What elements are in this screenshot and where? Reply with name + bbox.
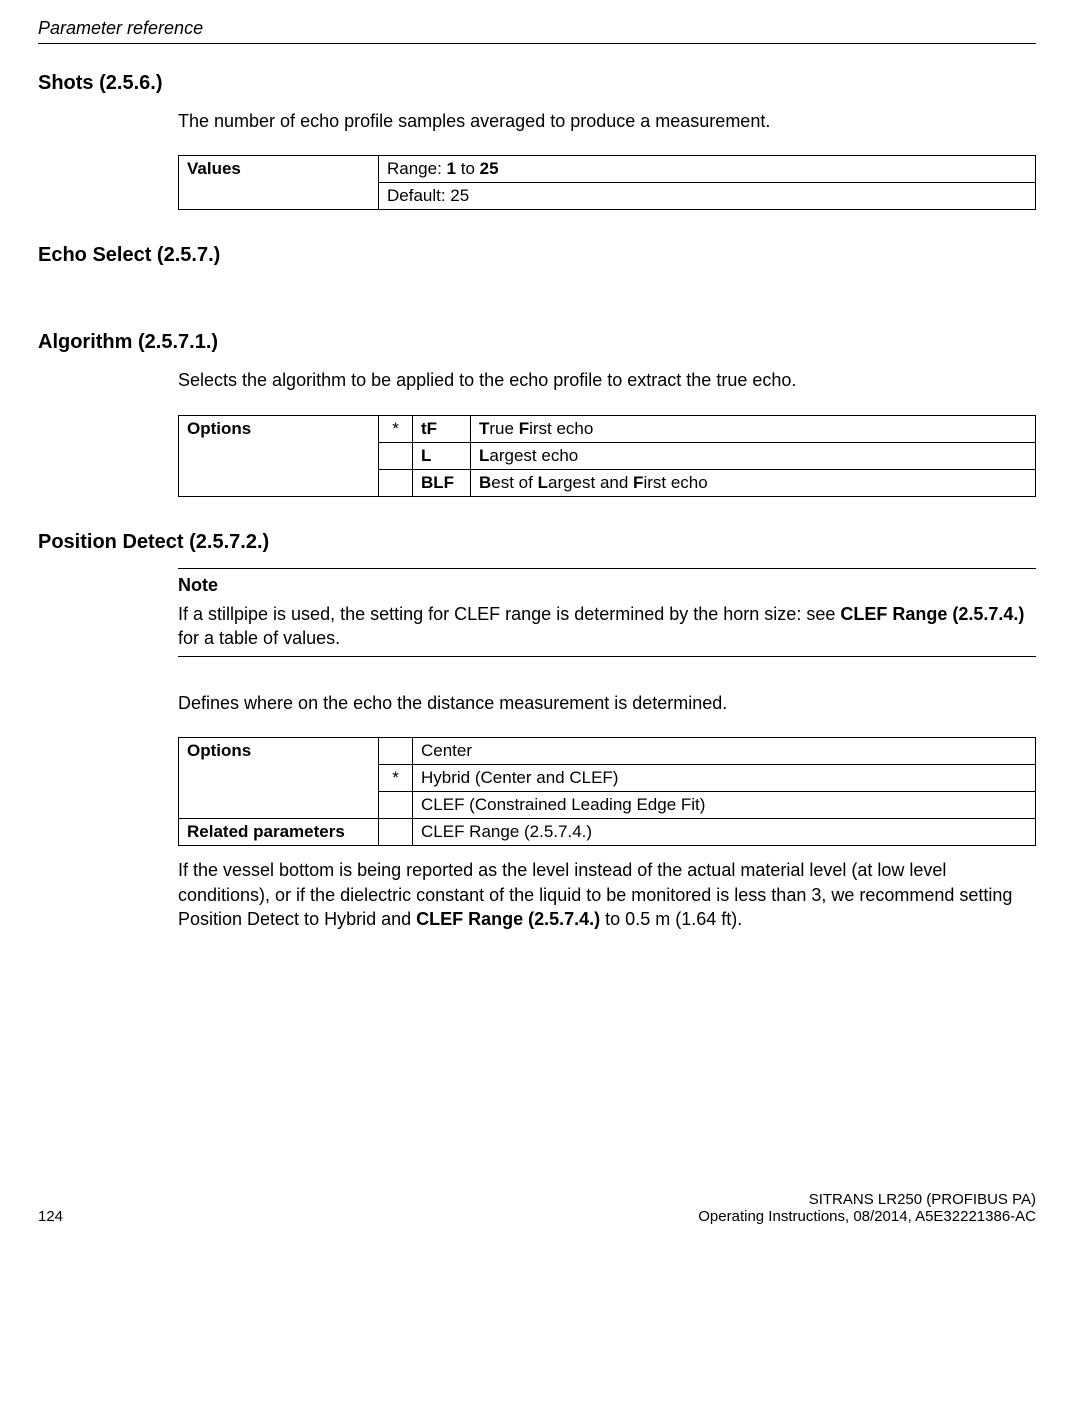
pos-row0-text: Center <box>413 738 1036 765</box>
algo-row2-star <box>379 469 413 496</box>
algorithm-desc: Selects the algorithm to be applied to t… <box>178 368 1036 392</box>
shots-values-label: Values <box>179 156 379 210</box>
algo-r0-t1: rue <box>489 419 518 438</box>
pos-row1-text: Hybrid (Center and CLEF) <box>413 765 1036 792</box>
algo-r2-t2: argest and <box>548 473 633 492</box>
algorithm-table: Options * tF True First echo L Largest e… <box>178 415 1036 497</box>
position-desc: Defines where on the echo the distance m… <box>178 691 1036 715</box>
note-body: If a stillpipe is used, the setting for … <box>178 602 1036 651</box>
algo-r1-b1: L <box>479 446 489 465</box>
algo-row0-star: * <box>379 415 413 442</box>
position-options-label: Options <box>179 738 379 819</box>
algo-r0-b1: T <box>479 419 489 438</box>
note-rule-top <box>178 568 1036 569</box>
algo-row0-desc: True First echo <box>471 415 1036 442</box>
shots-table: Values Range: 1 to 25 Default: 25 <box>178 155 1036 210</box>
position-after-text: If the vessel bottom is being reported a… <box>178 858 1036 931</box>
footer-doc-info: Operating Instructions, 08/2014, A5E3222… <box>698 1208 1036 1225</box>
shots-desc: The number of echo profile samples avera… <box>178 109 1036 133</box>
note-bold: CLEF Range (2.5.7.4.) <box>840 604 1024 624</box>
algorithm-options-label: Options <box>179 415 379 496</box>
algo-row2-desc: Best of Largest and First echo <box>471 469 1036 496</box>
shots-range: Range: 1 to 25 <box>379 156 1036 183</box>
heading-echo-select: Echo Select (2.5.7.) <box>38 244 1036 267</box>
note-rule-bottom <box>178 656 1036 657</box>
pos-after-post: to 0.5 m (1.64 ft). <box>600 909 742 929</box>
algo-row1-star <box>379 442 413 469</box>
algo-row1-desc: Largest echo <box>471 442 1036 469</box>
footer-product: SITRANS LR250 (PROFIBUS PA) <box>809 1191 1036 1208</box>
shots-range-min: 1 <box>447 159 456 178</box>
algo-row1-code: L <box>413 442 471 469</box>
note-pre: If a stillpipe is used, the setting for … <box>178 604 840 624</box>
position-table: Options Center * Hybrid (Center and CLEF… <box>178 737 1036 846</box>
algo-r2-b2: L <box>538 473 548 492</box>
shots-range-between: to <box>456 159 480 178</box>
running-header: Parameter reference <box>38 18 1036 39</box>
heading-shots: Shots (2.5.6.) <box>38 72 1036 95</box>
pos-row1-star: * <box>379 765 413 792</box>
heading-algorithm: Algorithm (2.5.7.1.) <box>38 331 1036 354</box>
footer-page-number: 124 <box>38 1208 63 1225</box>
note-heading: Note <box>178 575 1036 596</box>
pos-after-bold: CLEF Range (2.5.7.4.) <box>416 909 600 929</box>
note-post: for a table of values. <box>178 628 340 648</box>
shots-default: Default: 25 <box>379 183 1036 210</box>
algo-row2-code: BLF <box>413 469 471 496</box>
heading-position-detect: Position Detect (2.5.7.2.) <box>38 531 1036 554</box>
header-rule <box>38 43 1036 44</box>
algo-row0-code: tF <box>413 415 471 442</box>
algo-r2-t1: est of <box>491 473 537 492</box>
related-params-label: Related parameters <box>179 819 379 846</box>
pos-row2-star <box>379 792 413 819</box>
algo-r0-b2: F <box>519 419 529 438</box>
related-star <box>379 819 413 846</box>
pos-row0-star <box>379 738 413 765</box>
algo-r0-t2: irst echo <box>529 419 593 438</box>
related-value: CLEF Range (2.5.7.4.) <box>413 819 1036 846</box>
algo-r2-b3: F <box>633 473 643 492</box>
shots-range-prefix: Range: <box>387 159 447 178</box>
shots-range-max: 25 <box>480 159 499 178</box>
pos-row2-text: CLEF (Constrained Leading Edge Fit) <box>413 792 1036 819</box>
algo-r2-b1: B <box>479 473 491 492</box>
algo-r2-t3: irst echo <box>643 473 707 492</box>
algo-r1-t1: argest echo <box>489 446 578 465</box>
